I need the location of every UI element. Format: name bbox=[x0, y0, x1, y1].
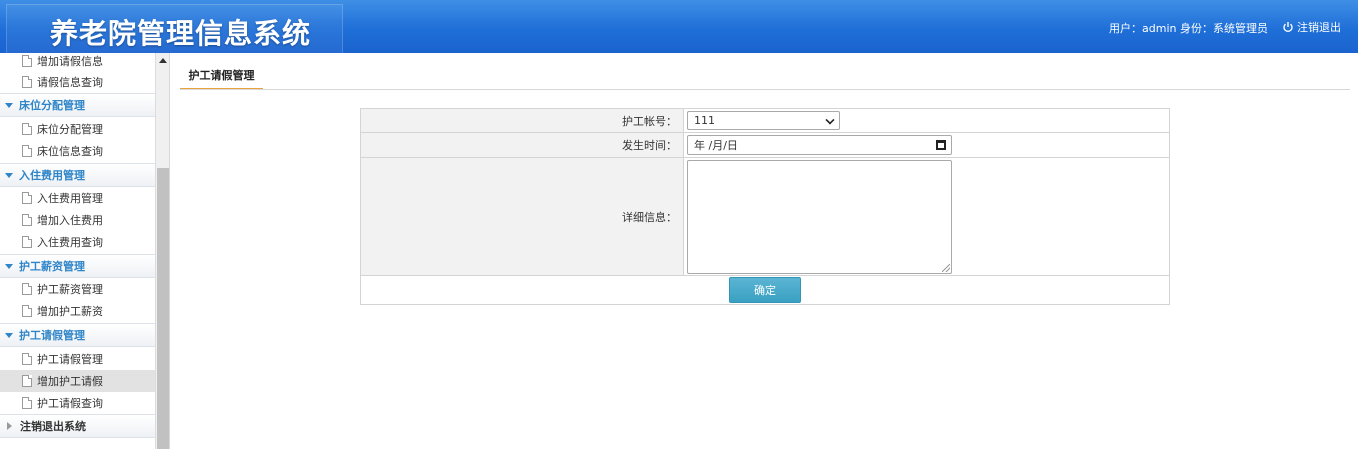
sidebar-scrollbar[interactable] bbox=[156, 53, 170, 449]
form-row-detail: 详细信息： bbox=[361, 158, 1169, 276]
triangle-down-icon bbox=[5, 102, 13, 108]
sidebar-menu: 增加请假信息 请假信息查询 床位分配管理 床位分配管理 床位信息查询 入住费用管… bbox=[0, 53, 156, 449]
app-title: 养老院管理信息系统 bbox=[50, 17, 312, 50]
sidebar-item-leave-info-query[interactable]: 请假信息查询 bbox=[0, 71, 155, 93]
leave-form: 护工帐号： 111 发生时间： 年 /月/日 详细信息： 确定 bbox=[360, 108, 1170, 305]
sidebar-item-leave-add[interactable]: 增加护工请假 bbox=[0, 370, 155, 392]
detail-textarea[interactable] bbox=[687, 160, 952, 274]
tab-nurse-leave-manage[interactable]: 护工请假管理 bbox=[180, 62, 263, 90]
nurse-account-label: 护工帐号： bbox=[361, 109, 684, 132]
document-icon bbox=[22, 305, 32, 317]
sidebar-item-bed-query[interactable]: 床位信息查询 bbox=[0, 140, 155, 162]
document-icon bbox=[22, 55, 32, 67]
document-icon bbox=[22, 76, 32, 88]
nurse-account-select[interactable]: 111 bbox=[687, 111, 840, 130]
user-info: 用户：admin 身份：系统管理员 bbox=[1109, 22, 1268, 35]
sidebar-item-leave-manage[interactable]: 护工请假管理 bbox=[0, 348, 155, 370]
tab-divider bbox=[180, 89, 1350, 90]
calendar-icon[interactable] bbox=[936, 140, 946, 150]
document-icon bbox=[22, 397, 32, 409]
sidebar-item-fee-add[interactable]: 增加入住费用 bbox=[0, 209, 155, 231]
scroll-thumb[interactable] bbox=[157, 168, 169, 449]
document-icon bbox=[22, 192, 32, 204]
document-icon bbox=[22, 145, 32, 157]
triangle-down-icon bbox=[5, 332, 13, 338]
sidebar-group-leave[interactable]: 护工请假管理 bbox=[0, 323, 155, 347]
document-icon bbox=[22, 283, 32, 295]
sidebar-item-add-leave-info[interactable]: 增加请假信息 bbox=[0, 53, 155, 72]
detail-label: 详细信息： bbox=[361, 158, 684, 275]
document-icon bbox=[22, 236, 32, 248]
sidebar-group-salary[interactable]: 护工薪资管理 bbox=[0, 254, 155, 278]
document-icon bbox=[22, 123, 32, 135]
time-label: 发生时间： bbox=[361, 133, 684, 157]
form-row-time: 发生时间： 年 /月/日 bbox=[361, 133, 1169, 158]
document-icon bbox=[22, 214, 32, 226]
document-icon bbox=[22, 375, 32, 387]
form-row-nurse-account: 护工帐号： 111 bbox=[361, 109, 1169, 133]
power-icon bbox=[1283, 22, 1293, 33]
chevron-down-icon bbox=[825, 115, 835, 125]
sidebar-item-fee-query[interactable]: 入住费用查询 bbox=[0, 231, 155, 253]
resize-handle-icon[interactable] bbox=[942, 264, 950, 272]
sidebar-group-fee[interactable]: 入住费用管理 bbox=[0, 163, 155, 187]
app-header: 养老院管理信息系统 用户：admin 身份：系统管理员 注销退出 bbox=[0, 0, 1358, 53]
sidebar-item-bed-manage[interactable]: 床位分配管理 bbox=[0, 118, 155, 140]
triangle-down-icon bbox=[5, 172, 13, 178]
triangle-down-icon bbox=[5, 263, 13, 269]
sidebar-item-salary-add[interactable]: 增加护工薪资 bbox=[0, 300, 155, 322]
document-icon bbox=[22, 353, 32, 365]
scroll-up-arrow-icon[interactable] bbox=[156, 53, 170, 70]
sidebar-item-fee-manage[interactable]: 入住费用管理 bbox=[0, 187, 155, 209]
sidebar-group-bed[interactable]: 床位分配管理 bbox=[0, 93, 155, 117]
sidebar-item-leave-query[interactable]: 护工请假查询 bbox=[0, 392, 155, 414]
sidebar-item-salary-manage[interactable]: 护工薪资管理 bbox=[0, 278, 155, 300]
logout-label: 注销退出 bbox=[1297, 21, 1341, 34]
submit-button[interactable]: 确定 bbox=[729, 277, 801, 303]
triangle-right-icon bbox=[7, 422, 12, 430]
logout-link[interactable]: 注销退出 bbox=[1282, 19, 1341, 35]
date-input[interactable]: 年 /月/日 bbox=[687, 135, 952, 155]
sidebar-group-logout[interactable]: 注销退出系统 bbox=[0, 414, 155, 438]
